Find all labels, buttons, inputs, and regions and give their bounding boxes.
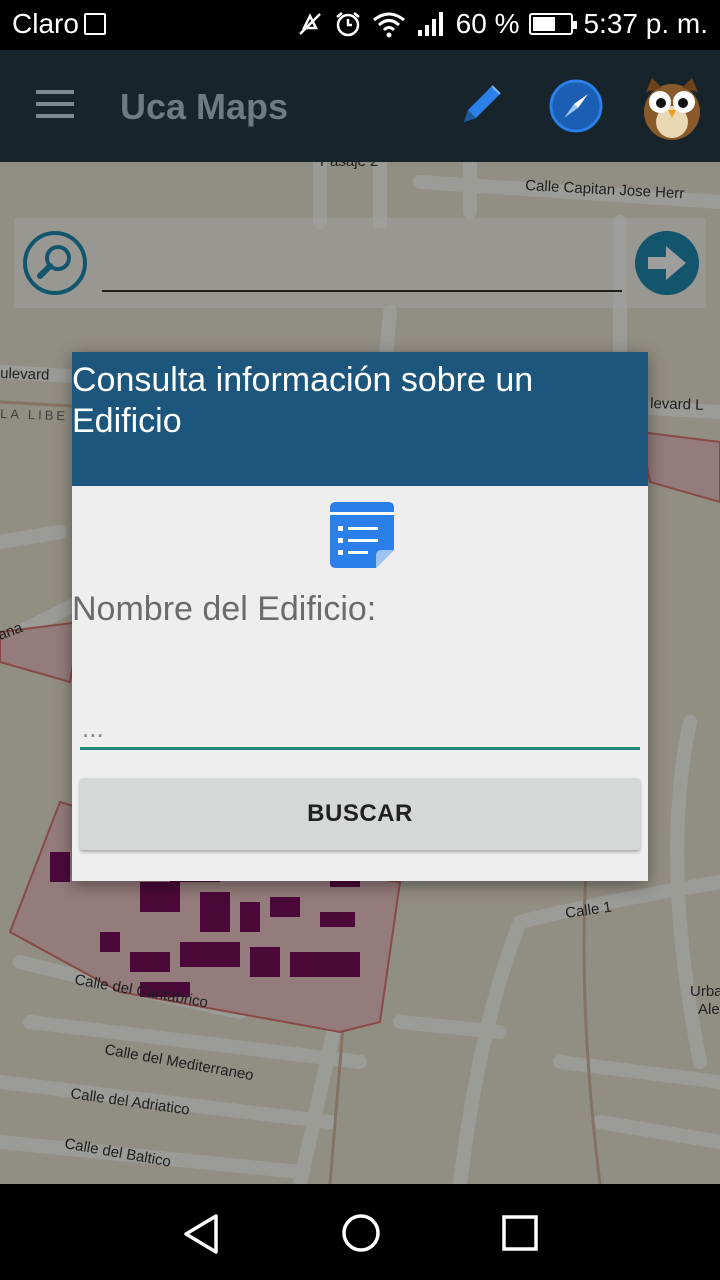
building-name-label: Nombre del Edificio: — [72, 590, 377, 628]
signal-icon — [417, 12, 443, 36]
home-icon[interactable] — [340, 1212, 382, 1254]
app-bar: Uca Maps — [0, 50, 720, 162]
wifi-icon — [372, 12, 405, 38]
back-icon[interactable] — [180, 1212, 224, 1256]
clock: 5:37 p. m. — [583, 8, 708, 39]
battery-percent: 60 % — [455, 8, 520, 39]
menu-icon[interactable] — [36, 90, 74, 120]
search-button[interactable]: BUSCAR — [80, 778, 640, 850]
mute-vibrate-icon — [298, 13, 321, 35]
carrier-name: Claro — [12, 8, 79, 39]
building-name-input[interactable] — [80, 710, 640, 750]
app-title: Uca Maps — [120, 86, 289, 127]
recent-apps-icon[interactable] — [502, 1215, 538, 1251]
image-notification-icon — [84, 13, 106, 35]
status-bar: Claro 60 % 5:37 p. m. — [0, 0, 720, 50]
compass-icon[interactable] — [548, 78, 604, 134]
pencil-icon[interactable] — [456, 80, 506, 130]
alarm-icon — [335, 12, 360, 37]
building-search-dialog: Consulta información sobre un Edificio N… — [72, 352, 648, 881]
battery-icon — [529, 13, 578, 35]
dialog-header: Consulta información sobre un Edificio — [72, 352, 648, 486]
navigation-bar — [0, 1184, 720, 1280]
owl-avatar-icon[interactable] — [638, 72, 706, 142]
document-list-icon — [330, 502, 394, 568]
dialog-title: Consulta información sobre un Edificio — [72, 361, 534, 440]
